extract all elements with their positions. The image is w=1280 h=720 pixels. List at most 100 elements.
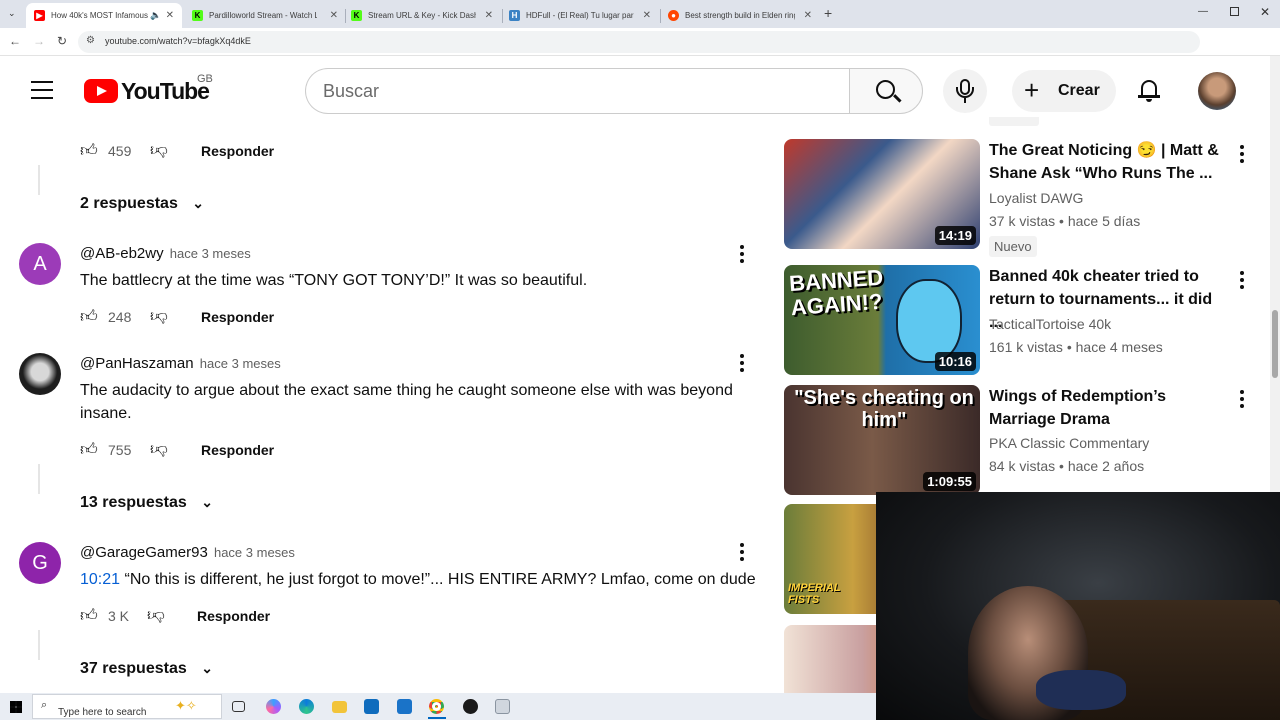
reply-button[interactable]: Responder <box>197 608 270 624</box>
thread-line <box>38 464 40 494</box>
search-input[interactable] <box>305 68 849 114</box>
channel-name[interactable]: PKA Classic Commentary <box>989 435 1149 451</box>
dislike-icon[interactable]: 👍︎ <box>150 439 168 460</box>
comment-time[interactable]: hace 3 meses <box>214 545 295 560</box>
badge-partial <box>989 117 1039 126</box>
video-title[interactable]: The Great Noticing 😏 | Matt & Shane Ask … <box>989 139 1224 185</box>
browser-tab-active[interactable]: ▶ How 40k's MOST Infamous 🔈 ✕ <box>26 3 182 28</box>
reply-button[interactable]: Responder <box>201 442 274 458</box>
browser-tab[interactable]: ● Best strength build in Elden ring ✕ <box>660 3 820 28</box>
author-handle[interactable]: @PanHaszaman <box>80 355 194 372</box>
comment-time[interactable]: hace 3 meses <box>200 356 281 371</box>
kick-favicon-icon: K <box>351 10 362 21</box>
view-count: 37 k vistas <box>989 213 1056 229</box>
close-tab-icon[interactable]: ✕ <box>485 10 493 21</box>
avatar[interactable]: A <box>19 243 61 285</box>
file-explorer-icon[interactable] <box>332 701 347 713</box>
youtube-logo[interactable]: YouTube <box>84 78 210 106</box>
chrome-icon[interactable] <box>429 699 444 714</box>
voice-search-button[interactable] <box>943 69 987 113</box>
close-tab-icon[interactable]: ✕ <box>330 10 338 21</box>
back-arrow-icon[interactable]: ← <box>9 34 21 48</box>
reply-button[interactable]: Responder <box>201 143 274 159</box>
comment-body: “No this is different, he just forgot to… <box>124 571 756 588</box>
like-icon[interactable]: 👍︎ <box>80 140 98 161</box>
browser-tab[interactable]: K Pardilloworld Stream - Watch L ✕ <box>184 3 346 28</box>
new-tab-button[interactable]: + <box>824 5 832 21</box>
video-menu-icon[interactable] <box>1239 270 1245 290</box>
video-duration: 10:16 <box>934 352 976 371</box>
webcam-overlay <box>876 492 1280 720</box>
user-avatar[interactable] <box>1198 72 1236 110</box>
video-thumbnail[interactable]: BANNED AGAIN!? 10:16 <box>784 265 980 375</box>
view-replies-button[interactable]: 37 respuestas ⌄ <box>80 660 213 678</box>
channel-name[interactable]: TacticalTortoise 40k <box>989 316 1111 332</box>
video-duration: 1:09:55 <box>923 472 976 491</box>
scrollbar-thumb[interactable] <box>1272 310 1278 378</box>
replies-label: 2 respuestas <box>80 195 178 212</box>
comment-menu-icon[interactable] <box>739 244 745 264</box>
comment-time[interactable]: hace 3 meses <box>170 246 251 261</box>
hamburger-menu-icon[interactable] <box>31 81 53 99</box>
upload-age: hace 2 años <box>1067 458 1145 474</box>
comment-author[interactable]: @GarageGamer93 hace 3 meses <box>80 544 295 561</box>
url-text[interactable]: youtube.com/watch?v=bfagkXq4dkE <box>105 36 251 46</box>
obs-icon[interactable] <box>463 699 478 714</box>
avatar[interactable] <box>19 353 61 395</box>
video-thumbnail[interactable]: 14:19 <box>784 139 980 249</box>
browser-tab[interactable]: H HDFull - (El Real) Tu lugar para ✕ <box>501 3 659 28</box>
app-window-icon[interactable] <box>495 699 510 714</box>
comment-author[interactable]: @AB-eb2wy hace 3 meses <box>80 245 251 262</box>
search-icon <box>876 80 895 99</box>
dislike-icon[interactable]: 👍︎ <box>150 306 168 327</box>
like-icon[interactable]: 👍︎ <box>80 605 98 626</box>
close-tab-icon[interactable]: ✕ <box>804 10 812 21</box>
windows-start-icon[interactable] <box>10 701 22 713</box>
video-menu-icon[interactable] <box>1239 389 1245 409</box>
edge-icon[interactable] <box>299 699 314 714</box>
video-timestamp-link[interactable]: 10:21 <box>80 571 120 588</box>
author-handle[interactable]: @AB-eb2wy <box>80 245 164 262</box>
comment-author[interactable]: @PanHaszaman hace 3 meses <box>80 355 281 372</box>
notifications-bell-icon[interactable] <box>1138 78 1160 102</box>
video-title[interactable]: Wings of Redemption’s Marriage Drama <box>989 385 1189 431</box>
comment-actions: 👍︎ 755 👍︎ Responder <box>80 439 280 461</box>
dislike-icon[interactable]: 👍︎ <box>150 140 168 161</box>
reddit-favicon-icon: ● <box>668 10 679 21</box>
close-tab-icon[interactable]: ✕ <box>166 10 174 21</box>
view-replies-button[interactable]: 2 respuestas ⌄ <box>80 195 204 213</box>
site-info-icon[interactable]: ⚙ <box>86 35 95 46</box>
create-button[interactable]: + Crear <box>1012 70 1116 112</box>
copilot-icon[interactable] <box>266 699 281 714</box>
video-menu-icon[interactable] <box>1239 144 1245 164</box>
video-thumbnail[interactable]: "She's cheating on him" 1:09:55 <box>784 385 980 495</box>
comment-menu-icon[interactable] <box>739 542 745 562</box>
store-icon[interactable] <box>397 699 412 714</box>
reply-button[interactable]: Responder <box>201 309 274 325</box>
restore-button[interactable] <box>1230 7 1239 16</box>
search-button[interactable] <box>849 68 923 114</box>
comment-menu-icon[interactable] <box>739 353 745 373</box>
comment-actions: 👍︎ 3 K 👍︎ Responder <box>80 605 280 627</box>
close-tab-icon[interactable]: ✕ <box>643 10 651 21</box>
reload-icon[interactable]: ↻ <box>57 34 67 48</box>
channel-name[interactable]: Loyalist DAWG <box>989 190 1083 206</box>
outlook-icon[interactable] <box>364 699 379 714</box>
forward-arrow-icon[interactable]: → <box>33 34 45 48</box>
task-view-icon[interactable] <box>232 701 245 712</box>
like-icon[interactable]: 👍︎ <box>80 306 98 327</box>
speaker-icon[interactable]: 🔈 <box>150 10 161 21</box>
minimize-button[interactable]: — <box>1198 6 1208 17</box>
dislike-icon[interactable]: 👍︎ <box>147 605 165 626</box>
chevron-down-icon: ⌄ <box>201 494 213 510</box>
avatar[interactable]: G <box>19 542 61 584</box>
browser-tab[interactable]: K Stream URL & Key - Kick Dashb ✕ <box>343 3 501 28</box>
replies-label: 37 respuestas <box>80 660 187 677</box>
hdfull-favicon-icon: H <box>509 10 520 21</box>
close-window-button[interactable]: ✕ <box>1260 5 1270 19</box>
like-count: 248 <box>108 309 132 325</box>
view-replies-button[interactable]: 13 respuestas ⌄ <box>80 494 213 512</box>
tab-search-icon[interactable]: ⌄ <box>8 8 20 20</box>
author-handle[interactable]: @GarageGamer93 <box>80 544 208 561</box>
like-icon[interactable]: 👍︎ <box>80 439 98 460</box>
